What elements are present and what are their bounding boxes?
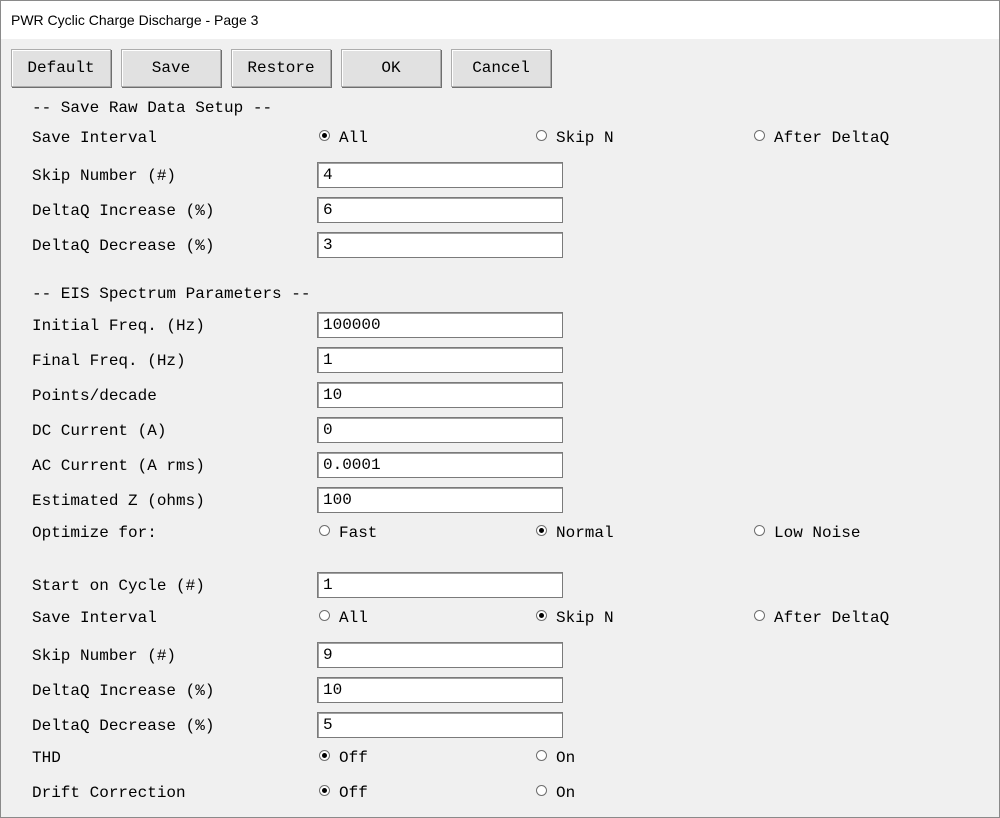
eis-deltaq-increase-label: DeltaQ Increase (%) xyxy=(32,682,215,700)
drift-correction-on-radio[interactable]: On xyxy=(536,784,575,802)
eis-deltaq-increase-input[interactable] xyxy=(317,677,563,703)
radio-indicator xyxy=(319,609,330,621)
radio-label: After DeltaQ xyxy=(774,129,890,147)
eis-save-interval-label: Save Interval xyxy=(32,609,157,627)
initial-freq-input[interactable] xyxy=(317,312,563,338)
ac-current-label: AC Current (A rms) xyxy=(32,457,205,475)
dc-current-label: DC Current (A) xyxy=(32,422,167,440)
radio-indicator xyxy=(754,129,765,141)
optimize-fast-radio[interactable]: Fast xyxy=(319,524,377,542)
deltaq-decrease-label: DeltaQ Decrease (%) xyxy=(32,237,215,255)
points-decade-input[interactable] xyxy=(317,382,563,408)
dialog-window: PWR Cyclic Charge Discharge - Page 3 Def… xyxy=(0,0,1000,818)
eis-deltaq-decrease-input[interactable] xyxy=(317,712,563,738)
radio-label: Off xyxy=(339,749,368,767)
ok-button[interactable]: OK xyxy=(341,49,441,87)
start-on-cycle-label: Start on Cycle (#) xyxy=(32,577,205,595)
raw-save-interval-afterdeltaq-radio[interactable]: After DeltaQ xyxy=(754,129,889,147)
start-on-cycle-input[interactable] xyxy=(317,572,563,598)
radio-indicator xyxy=(536,749,547,761)
radio-label: Low Noise xyxy=(774,524,861,542)
radio-label: All xyxy=(339,609,368,627)
cancel-button[interactable]: Cancel xyxy=(451,49,551,87)
radio-indicator xyxy=(536,784,547,796)
title-bar: PWR Cyclic Charge Discharge - Page 3 xyxy=(1,1,999,39)
raw-save-interval-all-radio[interactable]: All xyxy=(319,129,368,147)
eis-save-interval-skipn-radio[interactable]: Skip N xyxy=(536,609,614,627)
radio-indicator xyxy=(319,524,330,536)
thd-on-radio[interactable]: On xyxy=(536,749,575,767)
skip-number-label: Skip Number (#) xyxy=(32,167,177,185)
raw-deltaq-increase-input[interactable] xyxy=(317,197,563,223)
radio-label: Normal xyxy=(556,524,614,542)
radio-indicator xyxy=(754,524,765,536)
optimize-lownoise-radio[interactable]: Low Noise xyxy=(754,524,860,542)
raw-data-section-header: -- Save Raw Data Setup -- xyxy=(32,99,273,117)
deltaq-increase-label: DeltaQ Increase (%) xyxy=(32,202,215,220)
radio-label: After DeltaQ xyxy=(774,609,890,627)
optimize-normal-radio[interactable]: Normal xyxy=(536,524,614,542)
radio-indicator xyxy=(536,129,547,141)
radio-label: Skip N xyxy=(556,129,614,147)
eis-deltaq-decrease-label: DeltaQ Decrease (%) xyxy=(32,717,215,735)
eis-save-interval-afterdeltaq-radio[interactable]: After DeltaQ xyxy=(754,609,889,627)
final-freq-label: Final Freq. (Hz) xyxy=(32,352,186,370)
dc-current-input[interactable] xyxy=(317,417,563,443)
eis-skip-number-input[interactable] xyxy=(317,642,563,668)
radio-label: Skip N xyxy=(556,609,614,627)
default-button[interactable]: Default xyxy=(11,49,111,87)
raw-save-interval-skipn-radio[interactable]: Skip N xyxy=(536,129,614,147)
eis-save-interval-all-radio[interactable]: All xyxy=(319,609,368,627)
save-interval-label: Save Interval xyxy=(32,129,157,147)
drift-correction-off-radio[interactable]: Off xyxy=(319,784,368,802)
points-decade-label: Points/decade xyxy=(32,387,157,405)
radio-label: All xyxy=(339,129,368,147)
radio-indicator xyxy=(754,609,765,621)
estimated-z-input[interactable] xyxy=(317,487,563,513)
eis-section-header: -- EIS Spectrum Parameters -- xyxy=(32,285,311,303)
raw-skip-number-input[interactable] xyxy=(317,162,563,188)
radio-label: Off xyxy=(339,784,368,802)
radio-indicator xyxy=(319,749,330,761)
initial-freq-label: Initial Freq. (Hz) xyxy=(32,317,205,335)
restore-button[interactable]: Restore xyxy=(231,49,331,87)
thd-off-radio[interactable]: Off xyxy=(319,749,368,767)
raw-deltaq-decrease-input[interactable] xyxy=(317,232,563,258)
eis-skip-number-label: Skip Number (#) xyxy=(32,647,177,665)
window-title: PWR Cyclic Charge Discharge - Page 3 xyxy=(11,12,259,28)
estimated-z-label: Estimated Z (ohms) xyxy=(32,492,205,510)
final-freq-input[interactable] xyxy=(317,347,563,373)
ac-current-input[interactable] xyxy=(317,452,563,478)
radio-indicator xyxy=(536,609,547,621)
optimize-for-label: Optimize for: xyxy=(32,524,157,542)
radio-label: Fast xyxy=(339,524,378,542)
drift-correction-label: Drift Correction xyxy=(32,784,186,802)
radio-indicator xyxy=(319,784,330,796)
radio-label: On xyxy=(556,749,576,767)
thd-label: THD xyxy=(32,749,61,767)
radio-indicator xyxy=(319,129,330,141)
radio-label: On xyxy=(556,784,576,802)
radio-indicator xyxy=(536,524,547,536)
save-button[interactable]: Save xyxy=(121,49,221,87)
